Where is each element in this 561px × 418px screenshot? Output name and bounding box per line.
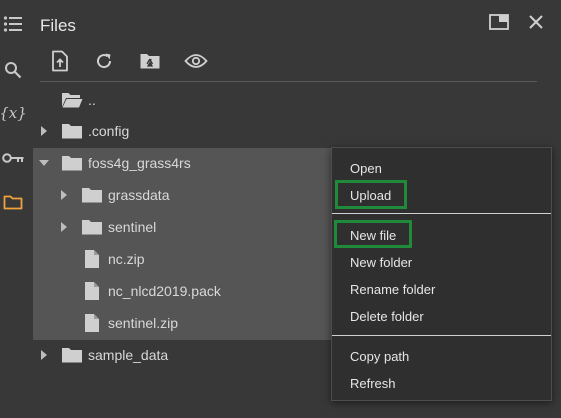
tree-item-label: sample_data xyxy=(88,347,169,363)
close-icon[interactable] xyxy=(525,11,547,33)
chevron-down-icon[interactable] xyxy=(38,157,50,169)
chevron-right-icon[interactable] xyxy=(58,189,70,201)
menu-item-delete-folder[interactable]: Delete folder xyxy=(350,309,424,324)
key-icon[interactable] xyxy=(0,145,26,171)
folder-icon xyxy=(81,217,103,237)
menu-separator xyxy=(332,213,551,214)
variables-icon[interactable]: {x} xyxy=(0,100,26,126)
menu-item-rename-folder[interactable]: Rename folder xyxy=(350,282,435,297)
svg-text:{x}: {x} xyxy=(1,104,25,122)
menu-item-open[interactable]: Open xyxy=(350,161,382,176)
file-icon xyxy=(81,313,103,333)
list-icon[interactable] xyxy=(0,11,26,37)
selected-folder-highlight xyxy=(33,148,333,340)
tree-item-label: nc_nlcd2019.pack xyxy=(108,283,221,299)
toolbar-divider xyxy=(40,81,537,82)
file-icon xyxy=(81,249,103,269)
chevron-right-icon[interactable] xyxy=(38,349,50,361)
tree-item-label: foss4g_grass4rs xyxy=(88,155,191,171)
menu-item-copy-path[interactable]: Copy path xyxy=(350,349,409,364)
tree-item-label: sentinel xyxy=(108,219,157,235)
icon-rail: {x} xyxy=(0,0,26,418)
refresh-icon[interactable] xyxy=(91,48,117,74)
tree-item-label: .. xyxy=(88,92,96,108)
menu-item-refresh[interactable]: Refresh xyxy=(350,376,396,391)
menu-item-new-folder[interactable]: New folder xyxy=(350,255,412,270)
folder-open-icon xyxy=(61,90,83,110)
context-menu: Open Upload New file New folder Rename f… xyxy=(331,147,552,401)
drive-folder-icon[interactable] xyxy=(137,48,163,74)
upload-file-icon[interactable] xyxy=(47,48,73,74)
eye-icon[interactable] xyxy=(183,48,209,74)
new-file-highlight-box xyxy=(334,220,412,248)
folder-icon xyxy=(61,345,83,365)
tree-item-label: .config xyxy=(88,123,130,139)
folder-icon xyxy=(81,185,103,205)
panel-title: Files xyxy=(40,16,76,35)
folder-icon xyxy=(61,153,83,173)
chevron-right-icon[interactable] xyxy=(58,221,70,233)
folder-icon xyxy=(61,121,83,141)
file-icon xyxy=(81,281,103,301)
folder-icon[interactable] xyxy=(0,189,26,215)
tree-item-label: sentinel.zip xyxy=(108,315,179,331)
upload-highlight-box xyxy=(335,180,407,209)
open-in-tab-icon[interactable] xyxy=(488,11,510,33)
tree-item-label: nc.zip xyxy=(108,251,145,267)
search-icon[interactable] xyxy=(0,57,26,83)
tree-item-label: grassdata xyxy=(108,187,170,203)
chevron-right-icon[interactable] xyxy=(38,125,50,137)
menu-separator xyxy=(332,335,551,336)
